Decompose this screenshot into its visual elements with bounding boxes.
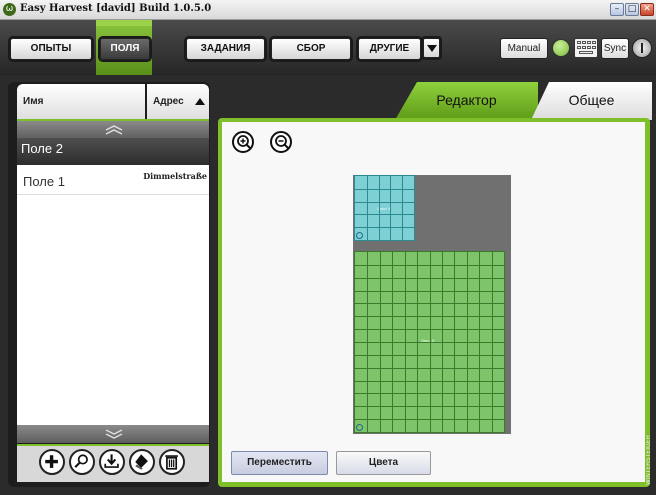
zoom-out-icon[interactable] xyxy=(269,130,295,156)
field-row-selected[interactable]: Поле 2 xyxy=(17,138,209,165)
tab-editor[interactable]: Редактор xyxy=(395,82,538,120)
plot-grid-line xyxy=(355,393,504,394)
nav-harvest-button[interactable]: СБОР xyxy=(271,38,351,60)
add-icon[interactable] xyxy=(39,449,65,475)
plot-grid-line xyxy=(355,316,504,317)
close-button[interactable]: ✕ xyxy=(640,3,654,16)
plot-grid-line xyxy=(390,176,391,240)
title-bar: ω Easy Harvest [david] Build 1.0.5.0 – □… xyxy=(0,0,656,20)
plot-grid-line xyxy=(355,329,504,330)
layers-icon[interactable] xyxy=(129,449,155,475)
manual-mode-button[interactable]: Manual xyxy=(500,38,548,59)
field-row[interactable]: Поле 1 Dimmelstraße xyxy=(17,170,209,195)
nav-other-button[interactable]: ДРУГИЕ xyxy=(358,38,421,60)
minimize-button[interactable]: – xyxy=(610,3,624,16)
plot-grid-line xyxy=(355,342,504,343)
plot-grid-line xyxy=(355,381,504,382)
plot-origin-marker[interactable] xyxy=(356,424,363,431)
column-header-address[interactable]: Адрес xyxy=(147,84,209,120)
field-row-name: Поле 2 xyxy=(21,141,63,156)
column-header-name[interactable]: Имя xyxy=(17,84,145,120)
search-icon[interactable] xyxy=(69,449,95,475)
app-icon: ω xyxy=(3,3,16,16)
plot-grid-line xyxy=(355,227,414,228)
chevrons-down-icon xyxy=(105,429,123,439)
colors-button[interactable]: Цвета xyxy=(336,451,431,475)
column-header-address-label: Адрес xyxy=(153,96,184,107)
plot-grid-line xyxy=(355,214,414,215)
plot-grid-line xyxy=(379,176,380,240)
download-icon[interactable] xyxy=(99,449,125,475)
trash-icon[interactable] xyxy=(159,449,185,475)
sync-button[interactable]: Sync xyxy=(601,38,629,59)
plot-grid[interactable]: Опыт 5 xyxy=(354,251,505,433)
plot-grid-line xyxy=(355,419,504,420)
plot-grid-line xyxy=(355,278,504,279)
plot-grid-line xyxy=(355,368,504,369)
nav-experiments-button[interactable]: ОПЫТЫ xyxy=(10,38,92,60)
plot-grid-line xyxy=(355,189,414,190)
plot-grid-line xyxy=(355,355,504,356)
plot-grid-line xyxy=(355,265,504,266)
window-title: Easy Harvest [david] Build 1.0.5.0 xyxy=(20,3,212,14)
power-icon[interactable] xyxy=(632,38,652,58)
tab-general[interactable]: Общее xyxy=(531,82,652,120)
plot-grid[interactable]: Опыт 4 xyxy=(354,175,415,241)
nav-tasks-button[interactable]: ЗАДАНИЯ xyxy=(186,38,265,60)
plot-origin-marker[interactable] xyxy=(356,232,363,239)
brand-logo: WINTERSTEIGER xyxy=(646,434,652,485)
keyboard-icon[interactable] xyxy=(574,38,598,58)
plot-grid-line xyxy=(402,176,403,240)
chevrons-up-icon xyxy=(105,125,123,135)
plot-grid-line xyxy=(355,303,504,304)
nav-fields-button[interactable]: ПОЛЯ xyxy=(100,38,150,60)
scroll-down-button[interactable] xyxy=(17,425,209,443)
move-button[interactable]: Переместить xyxy=(231,451,328,475)
plot-grid-line xyxy=(355,406,504,407)
zoom-in-icon[interactable] xyxy=(231,130,257,156)
connection-status-icon xyxy=(552,39,570,57)
plot-grid-line xyxy=(355,202,414,203)
other-dropdown-toggle[interactable] xyxy=(423,38,440,58)
field-list xyxy=(17,165,209,425)
scroll-up-button[interactable] xyxy=(17,121,209,139)
field-row-address: Dimmelstraße xyxy=(143,171,207,181)
field-row-name: Поле 1 xyxy=(23,174,65,189)
plot-grid-line xyxy=(355,291,504,292)
maximize-button[interactable]: □ xyxy=(625,3,639,16)
plot-grid-line xyxy=(367,176,368,240)
sort-ascending-icon xyxy=(195,98,205,105)
